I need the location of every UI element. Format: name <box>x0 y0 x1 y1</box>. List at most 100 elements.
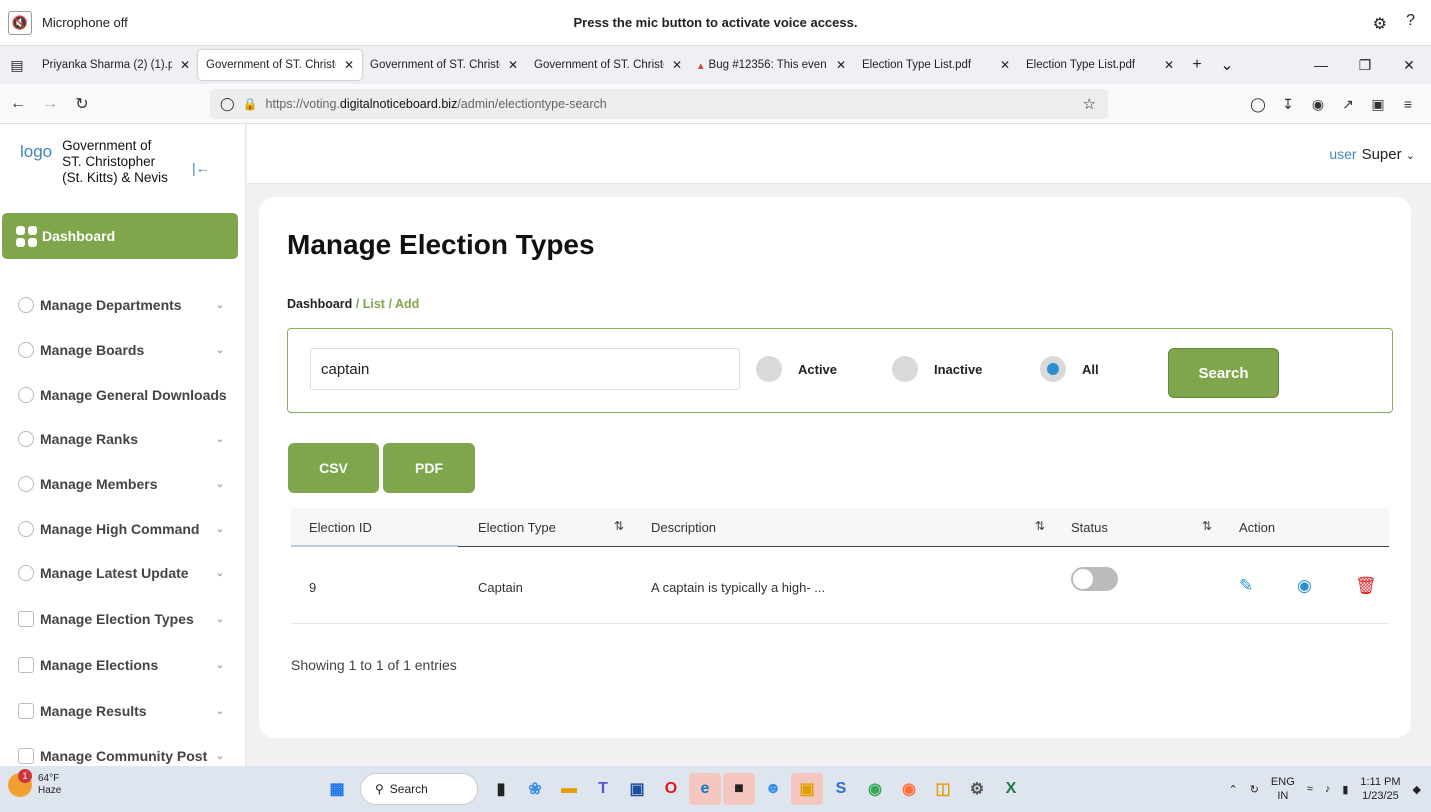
sidebar-item-latest-update[interactable]: Manage Latest Update ⌄ <box>0 555 245 591</box>
status-toggle[interactable] <box>1071 567 1118 591</box>
edit-icon[interactable]: ✎ <box>1239 576 1253 596</box>
pocket-icon[interactable]: ◯ <box>1243 96 1273 113</box>
close-icon[interactable]: ✕ <box>672 58 682 72</box>
sidebar-item-general-downloads[interactable]: Manage General Downloads ⌄ <box>0 377 245 413</box>
radio-dot[interactable] <box>756 356 782 382</box>
radio-all[interactable]: All <box>1040 356 1099 382</box>
url-bar[interactable]: ◯ 🔒 https://voting.digitalnoticeboard.bi… <box>210 89 1108 119</box>
shield-icon[interactable]: ◯ <box>220 96 235 112</box>
sidebar-item-departments[interactable]: Manage Departments ⌄ <box>0 287 245 323</box>
tab[interactable]: Priyanka Sharma (2) (1).pd ✕ <box>34 50 198 80</box>
sidebar-item-community-post[interactable]: Manage Community Post ⌄ <box>0 738 245 766</box>
sort-icon[interactable]: ⇅ <box>614 519 624 533</box>
chevron-up-icon[interactable]: ⌃ <box>1228 783 1237 796</box>
collapse-sidebar-icon[interactable]: |← <box>192 160 210 176</box>
volume-icon[interactable]: ♪ <box>1325 783 1331 795</box>
taskbar-search[interactable]: ⚲ Search <box>360 773 478 805</box>
forward-icon[interactable]: → <box>36 95 64 113</box>
close-icon[interactable]: ✕ <box>1000 58 1010 72</box>
close-window-icon[interactable]: ✕ <box>1387 57 1431 74</box>
sidebar-item-boards[interactable]: Manage Boards ⌄ <box>0 332 245 368</box>
account-icon[interactable]: ◉ <box>1303 96 1333 113</box>
image-viewer-icon[interactable]: ▣ <box>791 773 823 805</box>
edge-icon[interactable]: e <box>689 773 721 805</box>
sidebar-item-dashboard[interactable]: Dashboard <box>2 213 238 259</box>
reload-icon[interactable]: ↻ <box>68 94 96 114</box>
gear-icon[interactable]: ⚙ <box>1373 14 1387 34</box>
lock-icon[interactable]: 🔒 <box>243 97 258 111</box>
tab[interactable]: Government of ST. Christo ✕ <box>526 50 690 80</box>
wifi-icon[interactable]: ≈ <box>1307 783 1313 795</box>
menu-icon[interactable]: ≡ <box>1393 96 1423 112</box>
store-icon[interactable]: ▣ <box>621 773 653 805</box>
radio-active[interactable]: Active <box>756 356 837 382</box>
sort-icon[interactable]: ⇅ <box>1202 519 1212 533</box>
people-icon[interactable]: ☻ <box>757 773 789 805</box>
sidebar-item-high-command[interactable]: Manage High Command ⌄ <box>0 511 245 547</box>
breadcrumb-add[interactable]: Add <box>395 297 419 311</box>
user-menu[interactable]: user Super ⌄ <box>1329 146 1415 163</box>
breadcrumb-dashboard[interactable]: Dashboard <box>287 297 352 311</box>
notification-icon[interactable]: ◆ <box>1413 783 1421 796</box>
radio-inactive[interactable]: Inactive <box>892 356 982 382</box>
sidebar-item-members[interactable]: Manage Members ⌄ <box>0 466 245 502</box>
search-input[interactable] <box>310 348 740 390</box>
restore-icon[interactable]: ❐ <box>1343 57 1387 74</box>
clock[interactable]: 1:11 PM 1/23/25 <box>1360 775 1400 803</box>
tab[interactable]: Election Type List.pdf ✕ <box>1018 50 1182 80</box>
sticky-notes-icon[interactable]: ■ <box>723 773 755 805</box>
teams-icon[interactable]: T <box>587 773 619 805</box>
new-tab-icon[interactable]: + <box>1182 56 1212 74</box>
language-indicator[interactable]: ENG IN <box>1271 775 1295 803</box>
sidebar-item-elections[interactable]: Manage Elections ⌄ <box>0 647 245 683</box>
download-icon[interactable]: ↧ <box>1273 96 1303 113</box>
sidebar-item-ranks[interactable]: Manage Ranks ⌄ <box>0 421 245 457</box>
mic-off-icon[interactable]: 🔇 <box>8 10 32 35</box>
windows-start-icon[interactable]: ▦ <box>321 773 353 805</box>
column-header-description[interactable]: Description <box>651 520 716 535</box>
file-explorer-icon[interactable]: ▬ <box>553 773 585 805</box>
weather-widget[interactable]: 1 64°F Haze <box>8 769 61 797</box>
column-header-type[interactable]: Election Type <box>478 520 556 535</box>
copilot-icon[interactable]: ❀ <box>519 773 551 805</box>
firefox-icon[interactable]: ◉ <box>893 773 925 805</box>
battery-icon[interactable]: ▮ <box>1342 783 1348 796</box>
close-icon[interactable]: ✕ <box>1164 58 1174 72</box>
sort-icon[interactable]: ⇅ <box>1035 519 1045 533</box>
radio-dot[interactable] <box>892 356 918 382</box>
tab-active[interactable]: Government of ST. Christo ✕ <box>198 50 362 80</box>
search-button[interactable]: Search <box>1168 348 1279 398</box>
close-icon[interactable]: ✕ <box>180 58 190 72</box>
excel-icon[interactable]: X <box>995 773 1027 805</box>
chrome-icon[interactable]: ◉ <box>859 773 891 805</box>
settings-gear-icon[interactable]: ⚙ <box>961 773 993 805</box>
url-text[interactable]: https://voting.digitalnoticeboard.biz/ad… <box>266 97 607 111</box>
help-icon[interactable]: ? <box>1406 12 1415 30</box>
sidebar-item-results[interactable]: Manage Results ⌄ <box>0 693 245 729</box>
column-header-id[interactable]: Election ID <box>309 520 372 535</box>
task-view-icon[interactable]: ▮ <box>485 773 517 805</box>
chevron-down-icon[interactable]: ⌄ <box>1212 55 1242 75</box>
skype-icon[interactable]: S <box>825 773 857 805</box>
sync-icon[interactable]: ↻ <box>1250 783 1259 796</box>
tab[interactable]: ▴ Bug #12356: This even ✕ <box>690 50 854 80</box>
powerbi-icon[interactable]: ◫ <box>927 773 959 805</box>
breadcrumb-list[interactable]: List <box>363 297 385 311</box>
close-icon[interactable]: ✕ <box>508 58 518 72</box>
tab-list-icon[interactable]: ▤ <box>0 57 34 74</box>
view-eye-icon[interactable]: ◉ <box>1297 576 1312 596</box>
sidebar-item-election-types[interactable]: Manage Election Types ⌄ <box>0 601 245 637</box>
radio-dot-selected[interactable] <box>1040 356 1066 382</box>
screenshot-icon[interactable]: ▣ <box>1363 96 1393 113</box>
bookmark-star-icon[interactable]: ☆ <box>1083 95 1096 113</box>
delete-trash-icon[interactable]: 🗑 <box>1355 576 1377 596</box>
share-icon[interactable]: ↗ <box>1333 96 1363 113</box>
tab[interactable]: Election Type List.pdf ✕ <box>854 50 1018 80</box>
minimize-icon[interactable]: — <box>1299 57 1343 73</box>
close-icon[interactable]: ✕ <box>836 58 846 72</box>
tab[interactable]: Government of ST. Christo ✕ <box>362 50 526 80</box>
pdf-button[interactable]: PDF <box>383 443 475 493</box>
csv-button[interactable]: CSV <box>288 443 379 493</box>
close-icon[interactable]: ✕ <box>344 58 354 72</box>
opera-icon[interactable]: O <box>655 773 687 805</box>
